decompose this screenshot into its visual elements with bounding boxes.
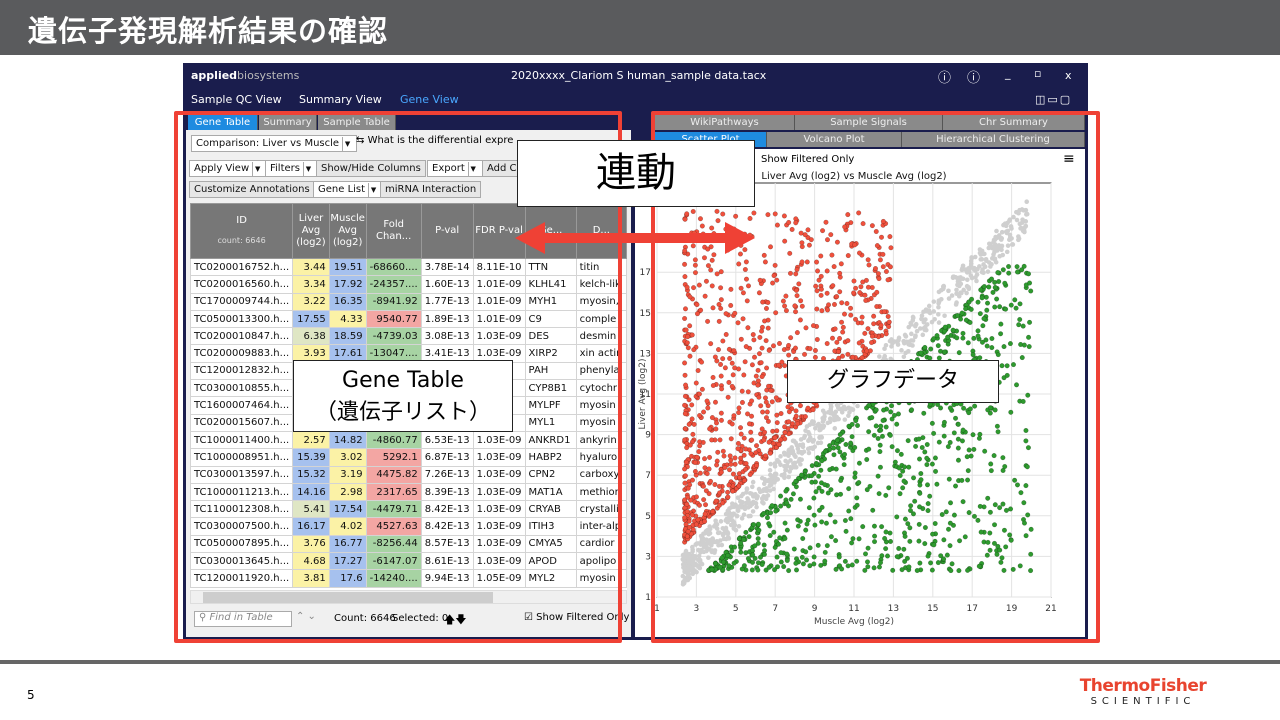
gene-table-callout: Gene Table （遺伝子リスト）	[293, 360, 513, 432]
brand-logo: appliedbiosystems	[191, 69, 300, 82]
graph-callout: グラフデータ	[787, 360, 999, 403]
link-double-arrow-icon	[515, 222, 755, 254]
nav-gene-view[interactable]: Gene View	[400, 93, 459, 106]
layout-icons[interactable]: ◫▭▢	[1035, 93, 1072, 106]
nav-sample-qc[interactable]: Sample QC View	[191, 93, 282, 106]
info-icon[interactable]: ⓘ	[967, 67, 980, 86]
close-icon[interactable]: x	[1065, 69, 1072, 82]
y-tick-label: 13	[640, 349, 651, 359]
slide-title: 遺伝子発現解析結果の確認	[28, 14, 389, 48]
nav-summary[interactable]: Summary View	[299, 93, 382, 106]
footer-divider	[0, 660, 1280, 664]
link-callout: 連動	[517, 140, 755, 207]
thermofisher-logo: ThermoFisher SCIENTIFIC	[1079, 676, 1207, 707]
help-icon[interactable]: ⓘ	[938, 67, 951, 86]
maximize-icon[interactable]: ▫	[1034, 67, 1041, 80]
y-tick-label: 17	[640, 268, 651, 278]
window-title: 2020xxxx_Clariom S human_sample data.tac…	[511, 69, 767, 82]
y-tick-label: 15	[640, 309, 651, 319]
minimize-icon[interactable]: _	[1005, 67, 1011, 80]
page-number: 5	[27, 688, 35, 702]
y-axis-label: Liver Avg (log2)	[638, 359, 648, 430]
